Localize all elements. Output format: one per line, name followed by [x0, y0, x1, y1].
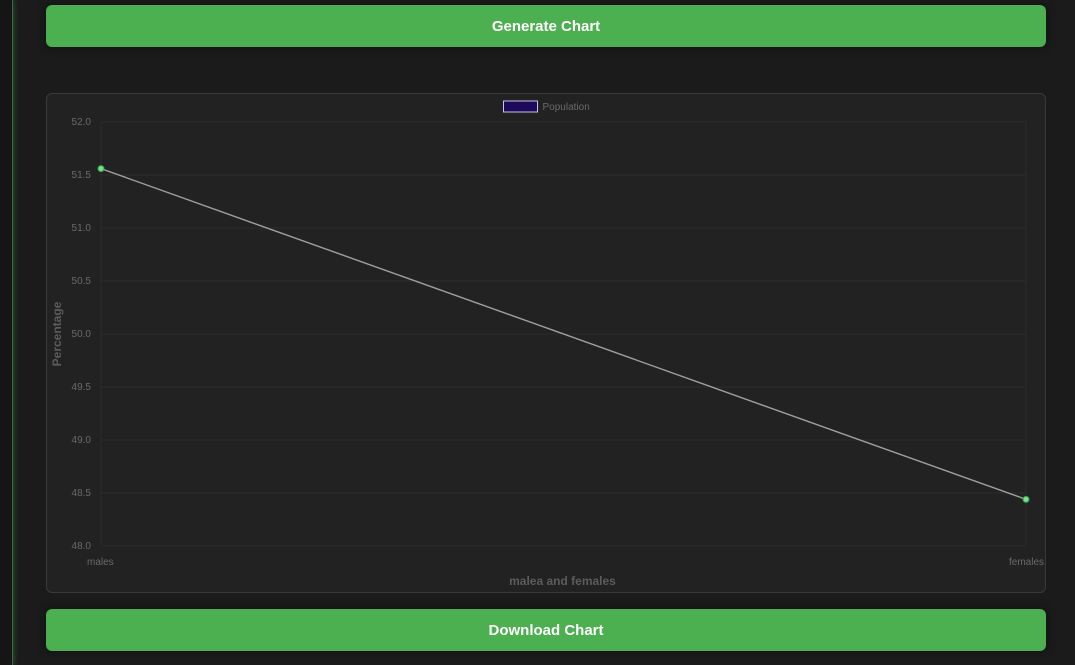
data-point-males[interactable]	[97, 165, 105, 173]
x-tick-label: females	[1009, 557, 1044, 568]
y-tick-label: 50.5	[72, 276, 92, 287]
chart-panel: 52.0 51.5 51.0 50.5 50.0 49.5 49.0 48.5 48.0 male…	[46, 93, 1046, 593]
line-chart: 52.0 51.5 51.0 50.5 50.0 49.5 49.0 48.5 48.0 male…	[50, 100, 1044, 588]
y-tick-label: 51.0	[72, 223, 92, 234]
y-tick-label: 52.0	[72, 117, 92, 128]
legend-label: Population	[543, 102, 590, 113]
download-chart-button[interactable]: Download Chart	[46, 609, 1046, 651]
data-point-females[interactable]	[1022, 495, 1030, 503]
sidebar-edge	[0, 0, 13, 665]
y-tick-label: 50.0	[72, 329, 92, 340]
y-tick-label: 48.0	[72, 541, 92, 552]
legend-swatch	[503, 100, 538, 113]
app-window: Generate Chart 52.0 51.5 51.0 50.5 50.0 49.5 4…	[0, 0, 1075, 665]
y-axis-title: Percentage	[50, 301, 64, 366]
y-tick-label: 49.5	[72, 382, 92, 393]
y-tick-label: 48.5	[72, 488, 92, 499]
y-tick-label: 49.0	[72, 435, 92, 446]
y-tick-label: 51.5	[72, 170, 92, 181]
generate-chart-button[interactable]: Generate Chart	[46, 5, 1046, 47]
x-tick-label: males	[87, 557, 114, 568]
x-axis-title: malea and females	[509, 574, 616, 588]
